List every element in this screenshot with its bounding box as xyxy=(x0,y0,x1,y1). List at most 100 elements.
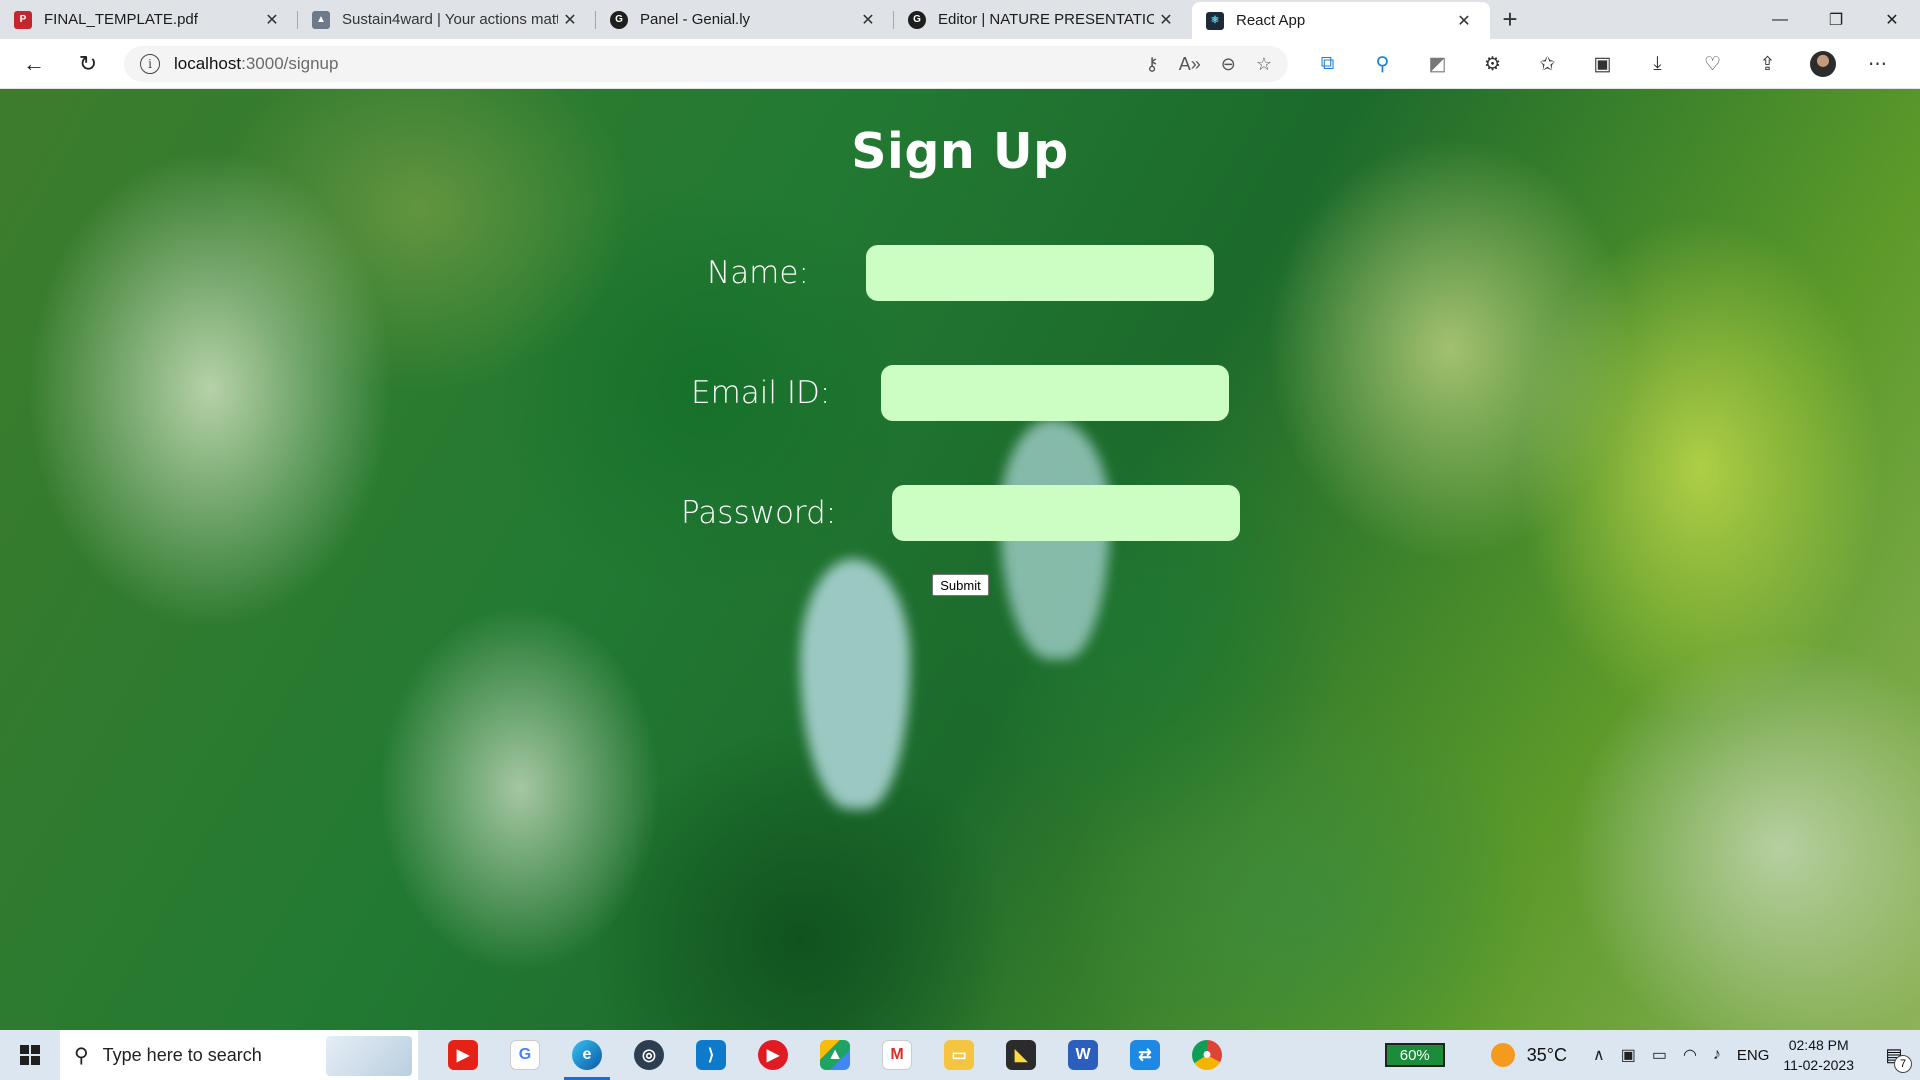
new-tab-button[interactable]: + xyxy=(1490,0,1530,39)
minimize-button[interactable]: — xyxy=(1752,0,1808,39)
pdf-icon: P xyxy=(14,10,32,29)
capture-app[interactable]: ◎ xyxy=(618,1030,680,1080)
tab-title: Panel - Genial.ly xyxy=(640,11,751,28)
browser-essentials-icon[interactable]: ♡ xyxy=(1685,39,1740,89)
close-icon[interactable]: ✕ xyxy=(1154,10,1178,30)
tab-title: Sustain4ward | Your actions matt xyxy=(342,11,558,28)
toolbar-extensions: ⧉ ⚲ ◩ ⚙ ✩ ▣ ⤓ ♡ ⇪ ⋯ xyxy=(1300,39,1905,89)
browser-toolbar: ← ↻ i localhost :3000/signup ⚷ A» ⊖ ☆ ⧉ … xyxy=(0,39,1920,89)
page-viewport: Sign Up Name: Email ID: Password: Submit xyxy=(0,89,1920,1030)
tab-title: React App xyxy=(1236,12,1306,29)
chrome-app[interactable]: ● xyxy=(1176,1030,1238,1080)
google-app[interactable]: G xyxy=(494,1030,556,1080)
react-icon: ⚛ xyxy=(1206,11,1224,30)
taskbar-search[interactable]: ⚲ Type here to search xyxy=(60,1030,418,1080)
close-icon[interactable]: ✕ xyxy=(1452,11,1476,31)
restore-button[interactable]: ❐ xyxy=(1808,0,1864,39)
tab-strip: P FINAL_TEMPLATE.pdf ✕ ▲ Sustain4ward | … xyxy=(0,0,1920,39)
google-icon: G xyxy=(510,1040,540,1070)
media-player-app[interactable]: ▶ xyxy=(742,1030,804,1080)
submit-button[interactable]: Submit xyxy=(932,574,989,596)
address-path: :3000/signup xyxy=(241,54,339,73)
genially-icon: G xyxy=(908,10,926,29)
file-explorer-app[interactable]: ▭ xyxy=(928,1030,990,1080)
notification-center-button[interactable]: ▤ 7 xyxy=(1874,1035,1914,1075)
start-button[interactable] xyxy=(0,1030,60,1080)
clock[interactable]: 02:48 PM 11-02-2023 xyxy=(1783,1035,1854,1075)
word-app[interactable]: W xyxy=(1052,1030,1114,1080)
tab-title: Editor | NATURE PRESENTATION xyxy=(938,11,1154,28)
notification-badge: 7 xyxy=(1894,1055,1912,1073)
tab-genially-editor[interactable]: G Editor | NATURE PRESENTATION ✕ xyxy=(894,0,1192,39)
address-bar[interactable]: i localhost :3000/signup ⚷ A» ⊖ ☆ xyxy=(124,46,1288,82)
battery-meter[interactable]: 60% xyxy=(1384,1043,1445,1067)
vscode-app[interactable]: ⟩ xyxy=(680,1030,742,1080)
language-indicator[interactable]: ENG xyxy=(1737,1047,1770,1064)
chrome-icon: ● xyxy=(1192,1040,1222,1070)
volume-icon[interactable]: ♪ xyxy=(1713,1046,1721,1064)
email-label: Email ID: xyxy=(691,375,831,411)
refresh-button[interactable]: ↻ xyxy=(66,44,110,84)
address-host: localhost xyxy=(174,54,242,73)
chevron-up-icon[interactable]: ∧ xyxy=(1593,1045,1605,1065)
tab-sustain4ward[interactable]: ▲ Sustain4ward | Your actions matt ✕ xyxy=(298,0,596,39)
avatar xyxy=(1809,51,1836,77)
image-icon: ▲ xyxy=(312,10,330,29)
page-title: Sign Up xyxy=(851,123,1069,180)
temperature[interactable]: 35°C xyxy=(1527,1045,1567,1066)
wifi-icon[interactable]: ◠ xyxy=(1683,1045,1697,1065)
vscode-icon: ⟩ xyxy=(696,1040,726,1070)
extension-icon[interactable]: ◩ xyxy=(1410,39,1465,89)
gmail-icon: M xyxy=(882,1040,912,1070)
search-icon: ⚲ xyxy=(74,1044,89,1067)
zoom-out-icon[interactable]: ⊖ xyxy=(1221,54,1236,75)
remote-app[interactable]: ⇄ xyxy=(1114,1030,1176,1080)
signup-form: Sign Up Name: Email ID: Password: Submit xyxy=(0,89,1920,1030)
aperture-icon: ◎ xyxy=(634,1040,664,1070)
more-menu-icon[interactable]: ⋯ xyxy=(1850,39,1905,89)
downloads-icon[interactable]: ⤓ xyxy=(1630,39,1685,89)
play-circle-icon: ▶ xyxy=(758,1040,788,1070)
weather-sun-icon[interactable] xyxy=(1490,1043,1515,1067)
tab-genially-panel[interactable]: G Panel - Genial.ly ✕ xyxy=(596,0,894,39)
meet-now-icon[interactable]: ▣ xyxy=(1621,1045,1636,1065)
name-label: Name: xyxy=(707,255,809,291)
taskbar-apps: ▶ G e ◎ ⟩ ▶ ▲ M ▭ ◣ W ⇄ ● xyxy=(432,1030,1238,1080)
password-label: Password: xyxy=(681,495,837,531)
name-input[interactable] xyxy=(866,245,1214,301)
youtube-app[interactable]: ▶ xyxy=(432,1030,494,1080)
tab-react-app[interactable]: ⚛ React App ✕ xyxy=(1192,2,1490,39)
close-window-button[interactable]: ✕ xyxy=(1864,0,1920,39)
password-input[interactable] xyxy=(892,485,1240,541)
close-icon[interactable]: ✕ xyxy=(260,10,284,30)
sticky-notes-icon: ◣ xyxy=(1006,1040,1036,1070)
key-icon[interactable]: ⚷ xyxy=(1146,54,1159,75)
edge-icon: e xyxy=(572,1040,602,1070)
share-icon[interactable]: ⇪ xyxy=(1740,39,1795,89)
tab-final-template[interactable]: P FINAL_TEMPLATE.pdf ✕ xyxy=(0,0,298,39)
google-drive-app[interactable]: ▲ xyxy=(804,1030,866,1080)
clock-time: 02:48 PM xyxy=(1788,1037,1849,1053)
edge-app[interactable]: e xyxy=(556,1030,618,1080)
info-icon[interactable]: i xyxy=(140,54,160,74)
search-extension-icon[interactable]: ⚲ xyxy=(1355,39,1410,89)
collections-icon[interactable]: ▣ xyxy=(1575,39,1630,89)
add-favorite-icon[interactable]: ☆ xyxy=(1256,54,1272,75)
battery-icon[interactable]: ▭ xyxy=(1652,1045,1667,1065)
read-aloud-icon[interactable]: A» xyxy=(1179,54,1201,75)
gmail-app[interactable]: M xyxy=(866,1030,928,1080)
genially-icon: G xyxy=(610,10,628,29)
translate-icon[interactable]: ⧉ xyxy=(1300,39,1355,89)
profile-avatar[interactable] xyxy=(1795,39,1850,89)
clock-date: 11-02-2023 xyxy=(1783,1057,1854,1073)
email-input[interactable] xyxy=(881,365,1229,421)
favorites-icon[interactable]: ✩ xyxy=(1520,39,1575,89)
system-tray: 60% 35°C ∧ ▣ ▭ ◠ ♪ ENG 02:48 PM 11-02-20… xyxy=(1384,1030,1920,1080)
search-placeholder: Type here to search xyxy=(102,1044,262,1065)
sticky-notes-app[interactable]: ◣ xyxy=(990,1030,1052,1080)
close-icon[interactable]: ✕ xyxy=(558,10,582,30)
close-icon[interactable]: ✕ xyxy=(856,10,880,30)
youtube-icon: ▶ xyxy=(448,1040,478,1070)
back-button[interactable]: ← xyxy=(12,44,56,84)
extensions-puzzle-icon[interactable]: ⚙ xyxy=(1465,39,1520,89)
